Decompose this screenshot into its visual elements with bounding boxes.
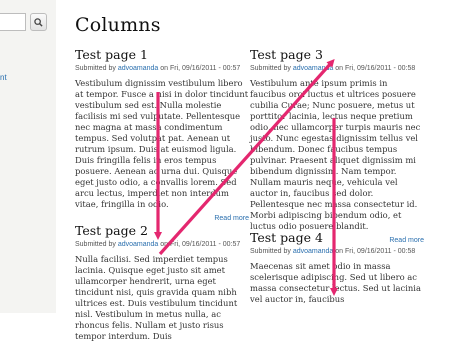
node-test-page-1: Test page 1 Submitted by advoamanda on F… [75,48,249,223]
left-sidebar: nt [0,0,56,313]
author-link[interactable]: advoamanda [293,65,333,72]
page-title: Columns [75,14,161,36]
search-button[interactable] [30,13,47,31]
node-title[interactable]: Test page 2 [75,224,249,238]
author-link[interactable]: advoamanda [293,248,333,255]
search-input[interactable] [0,13,26,31]
author-link[interactable]: advoamanda [118,65,158,72]
node-title[interactable]: Test page 1 [75,48,249,62]
read-more-link[interactable]: Read more [75,215,249,222]
node-body: Maecenas sit amet odio in massa sceleris… [250,261,421,304]
sidebar-link[interactable]: nt [0,73,7,82]
node-test-page-2: Test page 2 Submitted by advoamanda on F… [75,224,249,342]
author-link[interactable]: advoamanda [118,241,158,248]
node-title[interactable]: Test page 4 [250,231,424,245]
node-body: Vestibulum dignissim vestibulum libero a… [75,78,249,209]
node-test-page-4: Test page 4 Submitted by advoamanda on F… [250,231,424,305]
node-meta: Submitted by advoamanda on Fri, 09/16/20… [75,65,241,72]
node-test-page-3: Test page 3 Submitted by advoamanda on F… [250,48,424,245]
node-body: Nulla facilisi. Sed imperdiet tempus lac… [75,254,238,341]
node-body: Vestibulum ante ipsum primis in faucibus… [250,78,421,231]
node-meta: Submitted by advoamanda on Fri, 09/16/20… [250,248,416,255]
node-meta: Submitted by advoamanda on Fri, 09/16/20… [75,241,241,248]
node-meta: Submitted by advoamanda on Fri, 09/16/20… [250,65,416,72]
search-icon [34,17,43,27]
node-title[interactable]: Test page 3 [250,48,424,62]
